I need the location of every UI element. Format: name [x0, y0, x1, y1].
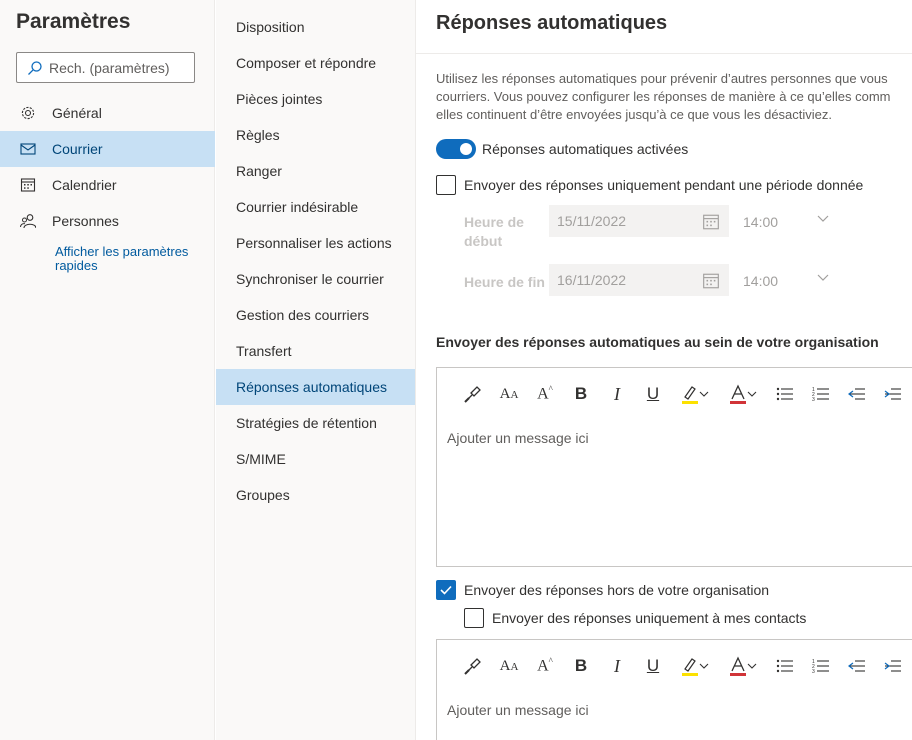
decrease-indent-icon[interactable]	[839, 651, 875, 681]
nav-item-calendar[interactable]: Calendrier	[0, 167, 215, 203]
underline-icon[interactable]: U	[635, 651, 671, 681]
header-divider	[416, 53, 912, 54]
chevron-down-icon[interactable]	[817, 274, 829, 282]
grow-font-icon[interactable]: A^	[527, 651, 563, 681]
mail-menu-item[interactable]: Règles	[216, 117, 415, 153]
mail-menu-item[interactable]: Groupes	[216, 477, 415, 513]
search-input[interactable]: Rech. (paramètres)	[16, 52, 195, 83]
settings-title: Paramètres	[16, 10, 131, 33]
chevron-down-icon[interactable]	[817, 215, 829, 223]
description: Utilisez les réponses automatiques pour …	[436, 70, 912, 124]
description-line: courriers. Vous pouvez configurer les ré…	[436, 89, 891, 104]
format-painter-icon[interactable]	[455, 651, 491, 681]
nav-label-people: Personnes	[52, 213, 119, 229]
grow-font-icon[interactable]: A^	[527, 379, 563, 409]
nav-item-general[interactable]: Général	[0, 95, 215, 131]
external-checkbox-label: Envoyer des réponses hors de votre organ…	[464, 582, 770, 598]
end-label: Heure de fin	[464, 274, 545, 290]
end-date-picker[interactable]: 16/11/2022	[549, 264, 729, 296]
external-message-editor[interactable]: AA A^ B I U 1 2 3 Ajouter un message ici	[436, 639, 912, 740]
page-title: Réponses automatiques	[436, 12, 668, 34]
end-date-value: 16/11/2022	[557, 272, 627, 288]
calendar-icon	[20, 178, 36, 192]
svg-text:3: 3	[812, 397, 815, 402]
internal-message-editor[interactable]: AA A^ B I U 1 2 3 Ajouter un message ici	[436, 367, 912, 567]
mail-menu-item[interactable]: Courrier indésirable	[216, 189, 415, 225]
formatting-toolbar: AA A^ B I U 1 2 3	[437, 640, 911, 692]
mail-menu-item[interactable]: Stratégies de rétention	[216, 405, 415, 441]
increase-indent-icon[interactable]	[875, 379, 911, 409]
calendar-icon	[703, 214, 719, 230]
search-placeholder: Rech. (paramètres)	[49, 59, 170, 76]
checkmark-icon	[440, 585, 452, 595]
description-line: elles continuent d’être envoyées jusqu’à…	[436, 107, 833, 122]
mail-menu-item[interactable]: Transfert	[216, 333, 415, 369]
bullets-icon[interactable]	[767, 379, 803, 409]
auto-replies-toggle[interactable]	[436, 139, 476, 159]
nav-label-general: Général	[52, 105, 102, 121]
mail-menu-item[interactable]: Ranger	[216, 153, 415, 189]
italic-icon[interactable]: I	[599, 651, 635, 681]
font-size-icon[interactable]: AA	[491, 651, 527, 681]
decrease-indent-icon[interactable]	[839, 379, 875, 409]
mail-menu-item[interactable]: Réponses automatiques	[216, 369, 415, 405]
external-checkbox[interactable]	[436, 580, 456, 600]
nav-label-mail: Courrier	[52, 141, 103, 157]
increase-indent-icon[interactable]	[875, 651, 911, 681]
start-time-dropdown[interactable]: 14:00	[743, 214, 778, 230]
period-checkbox-label: Envoyer des réponses uniquement pendant …	[464, 177, 864, 193]
numbering-icon[interactable]: 123	[803, 379, 839, 409]
bold-icon[interactable]: B	[563, 651, 599, 681]
font-color-icon[interactable]	[719, 651, 767, 681]
description-line: Utilisez les réponses automatiques pour …	[436, 71, 888, 86]
contacts-only-checkbox-label: Envoyer des réponses uniquement à mes co…	[492, 610, 807, 626]
start-date-value: 15/11/2022	[557, 213, 627, 229]
mail-menu-item[interactable]: S/MIME	[216, 441, 415, 477]
start-date-picker[interactable]: 15/11/2022	[549, 205, 729, 237]
end-time-dropdown[interactable]: 14:00	[743, 273, 778, 289]
nav-item-mail[interactable]: Courrier	[0, 131, 215, 167]
toggle-label: Réponses automatiques activées	[482, 141, 689, 157]
formatting-toolbar: AA A^ B I U 1 2 3	[437, 368, 911, 420]
period-checkbox[interactable]	[436, 175, 456, 195]
mail-menu-item[interactable]: Disposition	[216, 9, 415, 45]
contacts-only-checkbox[interactable]	[464, 608, 484, 628]
mail-menu-item[interactable]: Synchroniser le courrier	[216, 261, 415, 297]
mail-settings-menu: Disposition Composer et répondre Pièces jo…	[216, 0, 416, 740]
font-color-icon[interactable]	[719, 379, 767, 409]
highlight-icon[interactable]	[671, 651, 719, 681]
message-placeholder[interactable]: Ajouter un message ici	[447, 430, 589, 446]
nav-label-calendar: Calendrier	[52, 177, 117, 193]
highlight-icon[interactable]	[671, 379, 719, 409]
message-placeholder[interactable]: Ajouter un message ici	[447, 702, 589, 718]
gear-icon	[21, 106, 35, 120]
mail-icon	[20, 143, 36, 155]
mail-menu-item[interactable]: Personnaliser les actions	[216, 225, 415, 261]
font-size-icon[interactable]: AA	[491, 379, 527, 409]
people-icon	[20, 214, 36, 229]
settings-pane: Paramètres Rech. (paramètres) Général Co…	[0, 0, 215, 740]
internal-section-title: Envoyer des réponses automatiques au sei…	[436, 334, 879, 350]
start-label: Heure de début	[464, 214, 524, 249]
calendar-icon	[703, 273, 719, 289]
svg-text:3: 3	[812, 669, 815, 674]
auto-replies-panel: Réponses automatiques Utilisez les répon…	[416, 0, 912, 740]
mail-menu-item[interactable]: Gestion des courriers	[216, 297, 415, 333]
mail-menu-item[interactable]: Pièces jointes	[216, 81, 415, 117]
underline-icon[interactable]: U	[635, 379, 671, 409]
quick-settings-link[interactable]: Afficher les paramètres rapides	[55, 245, 205, 273]
format-painter-icon[interactable]	[455, 379, 491, 409]
bullets-icon[interactable]	[767, 651, 803, 681]
search-icon	[28, 60, 42, 75]
italic-icon[interactable]: I	[599, 379, 635, 409]
bold-icon[interactable]: B	[563, 379, 599, 409]
mail-menu-item[interactable]: Composer et répondre	[216, 45, 415, 81]
numbering-icon[interactable]: 123	[803, 651, 839, 681]
nav-item-people[interactable]: Personnes	[0, 203, 215, 239]
